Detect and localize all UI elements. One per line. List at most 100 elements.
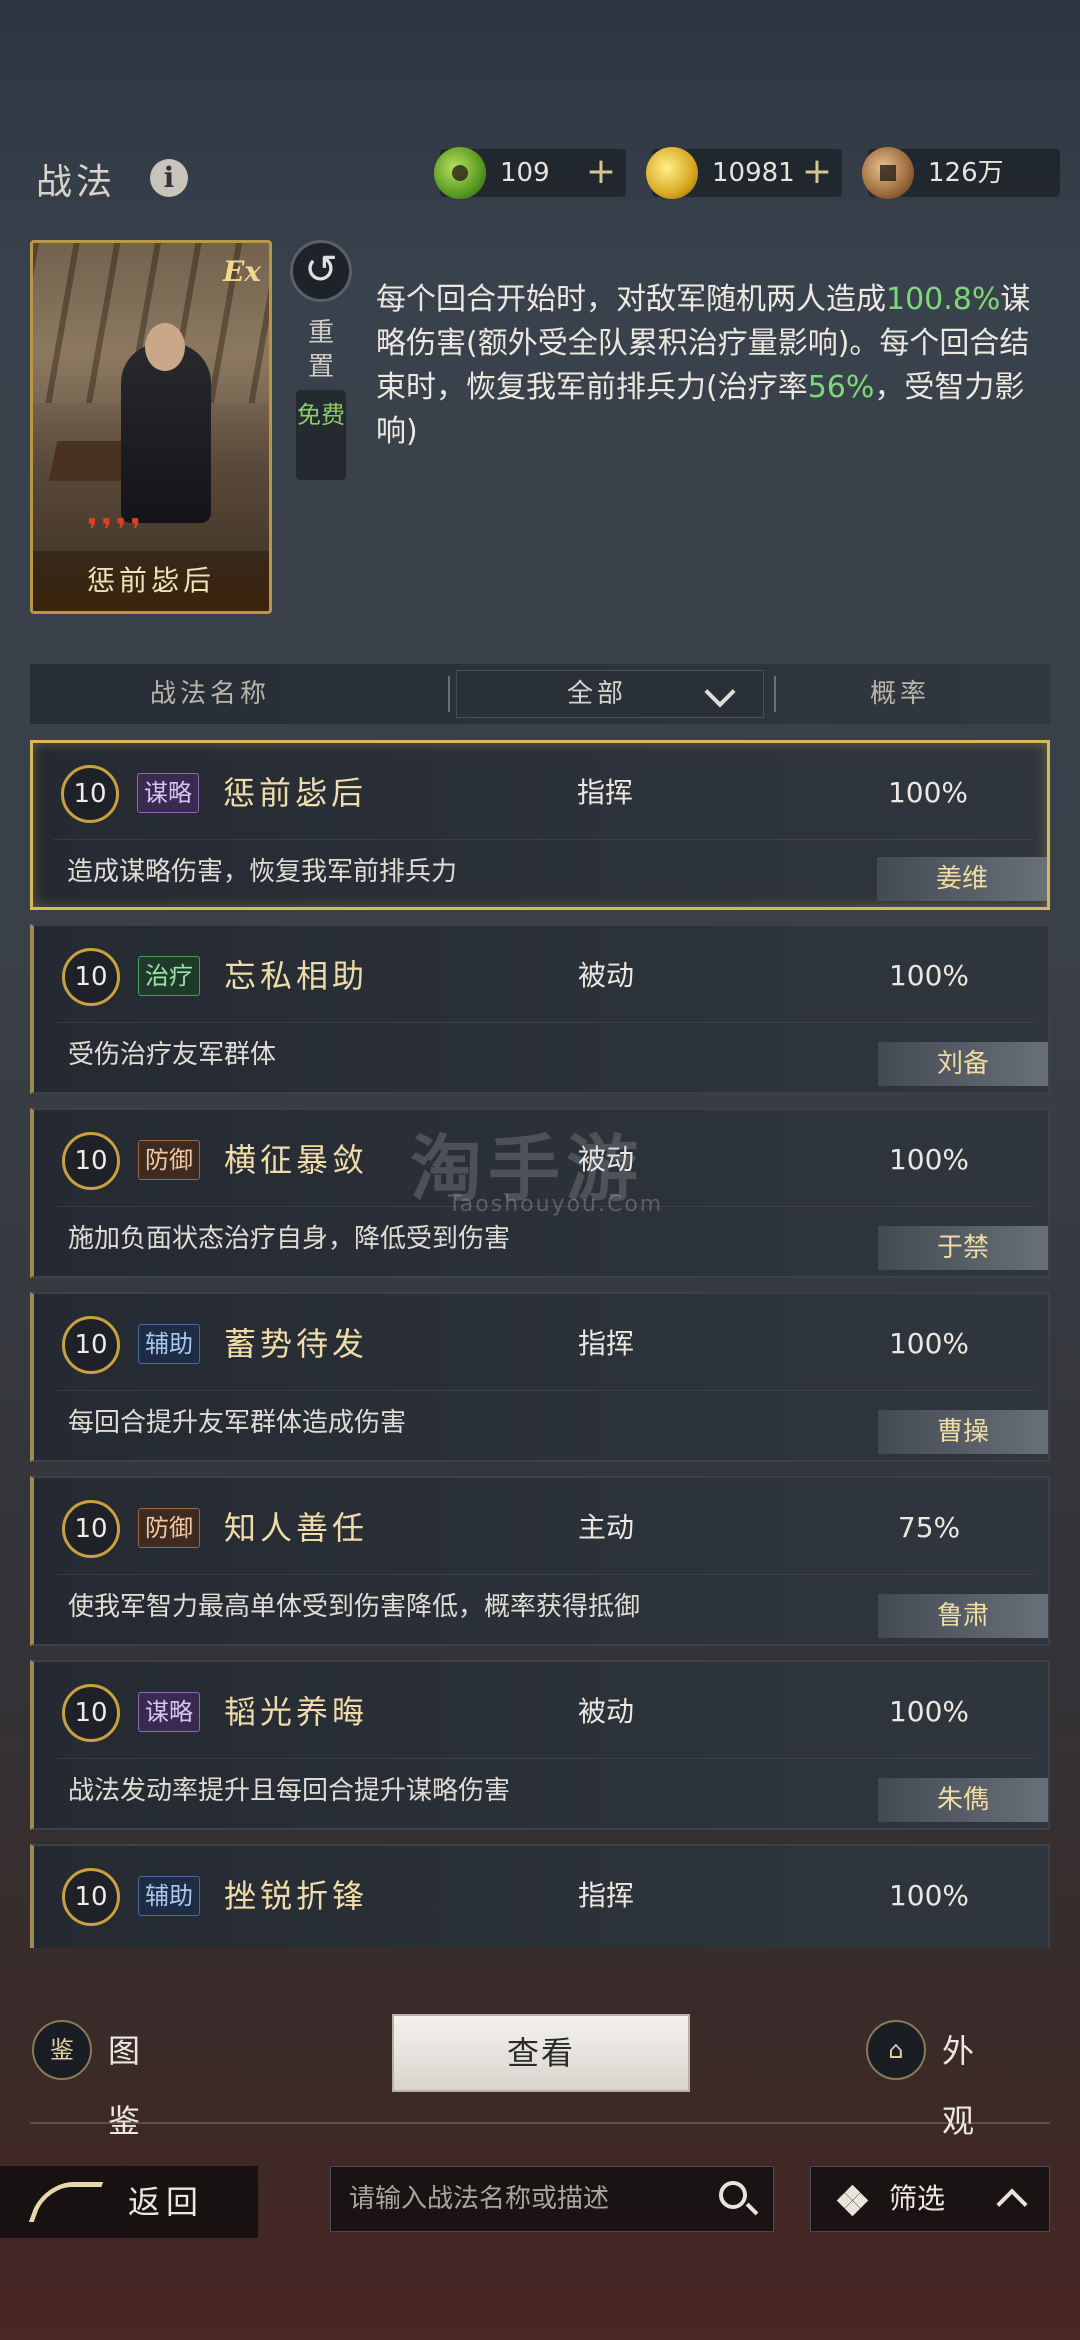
skill-probability: 100% (888, 1879, 970, 1912)
skill-short-desc: 受伤治疗友军群体 (68, 1040, 277, 1070)
level-badge: 10 (62, 1868, 120, 1926)
skill-name: 挫锐折锋 (224, 1877, 369, 1915)
category-tag: 谋略 (137, 773, 199, 813)
name-column-header: 战法名称 (150, 679, 271, 709)
filter-label: 筛选 (889, 2182, 946, 2215)
skill-type: 主动 (578, 1511, 635, 1544)
skill-short-desc: 施加负面状态治疗自身，降低受到伤害 (68, 1224, 511, 1254)
owner-general: 曹操 (878, 1410, 1048, 1454)
ex-badge: Ex (222, 255, 261, 288)
owner-general: 鲁肃 (878, 1594, 1048, 1638)
top-bar: 战法 i 109 + 10981 + 126万 (0, 145, 1080, 215)
skill-name: 知人善任 (224, 1509, 369, 1547)
category-tag: 治疗 (138, 956, 200, 996)
level-badge: 10 (62, 1500, 120, 1558)
copper-coin-icon (862, 147, 914, 199)
skill-probability: 100% (888, 1143, 970, 1176)
jade-coin-icon (434, 147, 486, 199)
card-skill-name: 惩前毖后 (33, 551, 269, 611)
skill-probability: 100% (888, 959, 970, 992)
resource-gold: 10981 + (646, 147, 842, 199)
search-input[interactable] (349, 2167, 709, 2231)
back-button[interactable]: 返回 (0, 2166, 258, 2238)
owner-general: 刘备 (878, 1042, 1048, 1086)
divider (30, 2122, 1050, 2124)
filter-diamond-icon (836, 2184, 869, 2217)
skill-row[interactable]: 10 辅助 挫锐折锋 指挥 100% (30, 1844, 1050, 1948)
owner-general: 朱儁 (878, 1778, 1048, 1822)
watermark-url: Taoshouyou.Com (448, 1192, 664, 1217)
pavilion-icon[interactable]: ⌂ (866, 2020, 926, 2080)
probability-column-header: 概率 (870, 679, 931, 709)
skill-probability: 75% (897, 1511, 961, 1544)
skill-row[interactable]: 10 治疗 忘私相助 被动 100% 受伤治疗友军群体 刘备 (30, 924, 1050, 1094)
skill-probability: 100% (888, 1695, 970, 1728)
info-icon[interactable]: i (150, 159, 188, 197)
page-title: 战法 (36, 162, 117, 203)
skill-name: 横征暴敛 (224, 1141, 369, 1179)
gold-coin-icon (646, 147, 698, 199)
skill-list[interactable]: 10 谋略 惩前毖后 指挥 100% 造成谋略伤害，恢复我军前排兵力 姜维 10… (30, 738, 1050, 1948)
resource-jade: 109 + (434, 147, 626, 199)
resource-value: 126万 (928, 158, 1004, 188)
reset-icon[interactable]: ↺ (290, 240, 352, 302)
skill-name: 惩前毖后 (223, 774, 368, 812)
level-badge: 10 (62, 1684, 120, 1742)
reset-label: 重置 (307, 318, 334, 382)
skill-row[interactable]: 10 谋略 韬光养晦 被动 100% 战法发动率提升且每回合提升谋略伤害 朱儁 (30, 1660, 1050, 1830)
heal-rate: 56% (807, 370, 875, 405)
resource-copper: 126万 (862, 147, 1060, 199)
chevron-down-icon (704, 676, 736, 708)
skill-table-header: 战法名称 全部 概率 (30, 664, 1050, 724)
dropdown-value: 全部 (567, 679, 628, 709)
owner-general: 姜维 (877, 857, 1047, 901)
category-tag: 谋略 (138, 1692, 200, 1732)
category-tag: 防御 (138, 1508, 200, 1548)
level-badge: 10 (62, 1132, 120, 1190)
search-icon[interactable] (719, 2181, 747, 2209)
skill-name: 忘私相助 (224, 957, 369, 995)
skill-card[interactable]: Ex ❜❜❜❜ 惩前毖后 (30, 240, 272, 614)
skill-short-desc: 使我军智力最高单体受到伤害降低，概率获得抵御 (68, 1592, 641, 1622)
resource-value: 10981 (712, 158, 795, 188)
back-label: 返回 (128, 2183, 205, 2221)
category-tag: 辅助 (138, 1324, 200, 1364)
skill-probability: 100% (888, 1327, 970, 1360)
skill-probability: 100% (887, 776, 969, 809)
free-badge: 免费 (296, 390, 346, 480)
category-tag: 辅助 (138, 1876, 200, 1916)
appearance-label: 外观 (942, 2032, 979, 2140)
search-box[interactable] (330, 2166, 774, 2232)
filter-button[interactable]: 筛选 (810, 2166, 1050, 2232)
rank-flames-icon: ❜❜❜❜ (87, 513, 145, 548)
reset-button[interactable]: ↺ 重置 免费 (290, 240, 352, 490)
skill-type: 指挥 (577, 776, 634, 809)
skill-name: 韬光养晦 (224, 1693, 369, 1731)
level-badge: 10 (62, 948, 120, 1006)
level-badge: 10 (62, 1316, 120, 1374)
skill-type: 被动 (578, 1695, 635, 1728)
skill-name: 蓄势待发 (224, 1325, 369, 1363)
skill-type: 指挥 (578, 1879, 635, 1912)
skill-row[interactable]: 10 防御 知人善任 主动 75% 使我军智力最高单体受到伤害降低，概率获得抵御… (30, 1476, 1050, 1646)
category-tag: 防御 (138, 1140, 200, 1180)
atlas-label: 图鉴 (108, 2032, 145, 2140)
chevron-up-icon (996, 2188, 1028, 2220)
category-dropdown[interactable]: 全部 (456, 670, 764, 718)
owner-general: 于禁 (878, 1226, 1048, 1270)
level-badge: 10 (61, 765, 119, 823)
damage-rate: 100.8% (886, 282, 1001, 317)
skill-description: 每个回合开始时，对敌军随机两人造成100.8%谋略伤害(额外受全队累积治疗量影响… (376, 282, 1031, 449)
view-button[interactable]: 查看 (392, 2014, 690, 2092)
resource-value: 109 (500, 158, 550, 188)
add-gold-button[interactable]: + (802, 149, 832, 197)
atlas-icon[interactable]: 鉴 (32, 2020, 92, 2080)
back-arrow-icon (28, 2182, 104, 2222)
skill-short-desc: 战法发动率提升且每回合提升谋略伤害 (68, 1776, 511, 1806)
skill-short-desc: 造成谋略伤害，恢复我军前排兵力 (67, 857, 458, 887)
skill-type: 被动 (578, 959, 635, 992)
skill-row[interactable]: 10 谋略 惩前毖后 指挥 100% 造成谋略伤害，恢复我军前排兵力 姜维 (30, 740, 1050, 910)
skill-row[interactable]: 10 辅助 蓄势待发 指挥 100% 每回合提升友军群体造成伤害 曹操 (30, 1292, 1050, 1462)
skill-type: 指挥 (578, 1327, 635, 1360)
add-jade-button[interactable]: + (586, 149, 616, 197)
